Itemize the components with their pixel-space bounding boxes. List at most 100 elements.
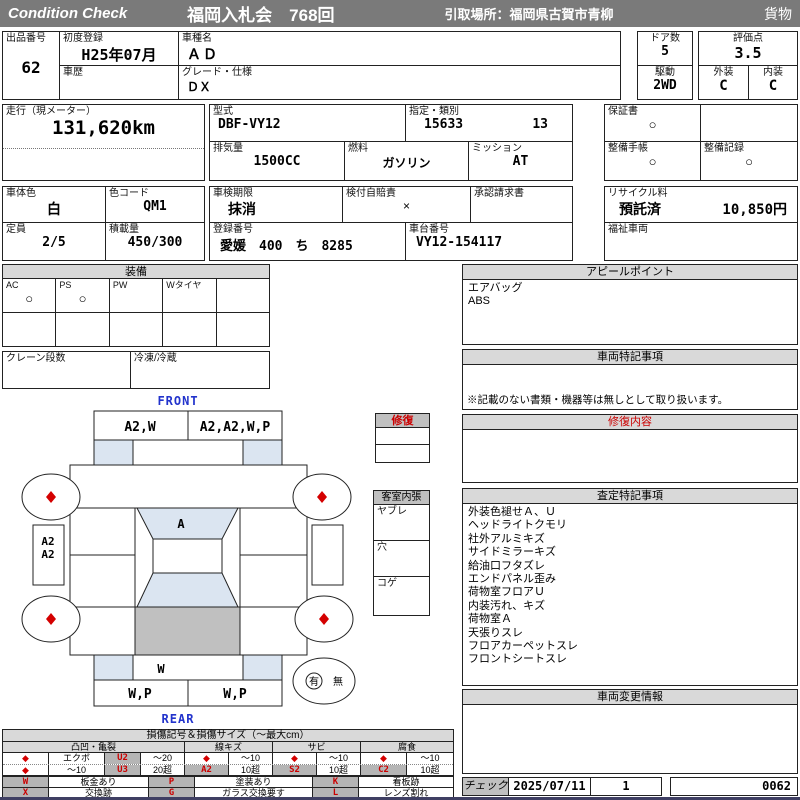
fuel-label: 燃料 <box>348 143 368 154</box>
model-name-value: ＡＤ <box>187 47 219 63</box>
code-a2: A2 <box>185 765 229 775</box>
code-x-desc: 交換跡 <box>49 788 149 797</box>
equipment-row-2 <box>3 313 269 346</box>
capacity-cell: 定員 2/5 <box>3 223 106 260</box>
class-value-1: 15633 <box>424 117 464 132</box>
color-capacity-group: 車体色 白 色コード QM1 定員 2/5 積載量 450/300 <box>2 186 205 261</box>
front-left-code: A2,W <box>124 420 155 435</box>
assessment-panel: 査定特記事項 外装色褪せＡ、Ｕ ヘッドライトクモリ 社外アルミキズ サイドミラー… <box>462 488 798 686</box>
class-value-2: 13 <box>532 117 548 132</box>
load-cell: 積載量 450/300 <box>106 223 204 260</box>
score-cell: 評価点 3.5 <box>698 31 798 66</box>
score-label: 評価点 <box>733 33 763 44</box>
mileage-upper: 走行（現メーター） 131,620km <box>3 105 204 149</box>
interior-grade-value: C <box>768 78 778 94</box>
repair-flag-box: 修復 <box>375 413 430 463</box>
windshield-code: A <box>177 517 185 531</box>
legend-row-2: ◆ ～10 U3 20超 A2 10超 S2 10超 C2 10超 <box>3 764 453 775</box>
equipment-empty-4 <box>163 313 217 346</box>
maintenance-record-label: 整備記録 <box>704 143 744 154</box>
registration-group: 車検期限 抹消 検付自賠責 × 承認請求書 登録番号 愛媛 400 ち 8285… <box>209 186 573 261</box>
drive-label: 駆動 <box>655 67 675 78</box>
doors-label: ドア数 <box>650 33 680 44</box>
model-code-label: 型式 <box>213 106 233 117</box>
code-s2: S2 <box>273 765 317 775</box>
legend-size: ～10 <box>229 753 273 764</box>
mileage-cell: 走行（現メーター） 131,620km <box>2 104 205 181</box>
crane-fridge-table: クレーン段数 冷凍/冷蔵 <box>2 351 270 389</box>
repair-flag-title: 修復 <box>376 414 429 428</box>
equipment-title: 装備 <box>3 265 269 279</box>
change-info-panel: 車両変更情報 <box>462 689 798 774</box>
code-w: W <box>3 777 49 787</box>
legend-dimple: エクボ <box>49 753 105 764</box>
assessment-line: 天張りスレ <box>468 626 523 639</box>
rear-right-code: W,P <box>223 687 247 702</box>
cabin-cell-burn: コゲ <box>374 577 429 613</box>
mark-none: 無 <box>333 675 343 688</box>
load-value: 450/300 <box>127 235 183 250</box>
documents-blank-cell <box>701 105 797 142</box>
history-label: 車歴 <box>63 67 83 78</box>
drive-value: 2WD <box>653 78 677 93</box>
windshield <box>136 507 239 540</box>
plate-value: 愛媛 400 ち 8285 <box>220 239 353 254</box>
plate-cell: 登録番号 愛媛 400 ち 8285 <box>210 223 406 260</box>
code-c2: C2 <box>361 765 407 775</box>
lot-number-cell: 出品番号 62 <box>2 31 60 100</box>
assessment-line: 内装汚れ、キズ <box>468 599 546 612</box>
doors-value: 5 <box>661 44 669 59</box>
equipment-label-pw: PW <box>112 280 128 290</box>
interior-grade-label: 内装 <box>763 67 783 78</box>
first-registration-label: 初度登録 <box>63 33 103 44</box>
assessment-line: 社外アルミキズ <box>468 532 545 545</box>
maintenance-book-label: 整備手帳 <box>608 143 648 154</box>
code-k-desc: 看板跡 <box>392 777 420 787</box>
load-label: 積載量 <box>109 224 139 235</box>
equipment-cell-ps: PS ○ <box>56 279 110 312</box>
diamond-icon: ◆ <box>361 753 407 764</box>
exterior-grade-cell: 外装 C <box>698 65 749 100</box>
grade-value: ＤＸ <box>187 80 212 94</box>
vin-value: VY12-154117 <box>416 235 503 250</box>
model-code-group: 型式 DBF-VY12 指定・類別 15633 13 排気量 1500CC 燃料… <box>209 104 573 181</box>
check-label: チェック <box>463 778 509 795</box>
warranty-value: ○ <box>648 117 657 132</box>
plate-label: 登録番号 <box>213 224 253 235</box>
repair-detail-title: 修復内容 <box>463 415 797 430</box>
score-value: 3.5 <box>734 44 762 62</box>
legend-size: 10超 <box>317 765 361 775</box>
legend-size: 20超 <box>141 765 185 775</box>
code-w-desc: 板金あり <box>49 777 149 787</box>
assessment-line: フロントシートスレ <box>468 653 567 666</box>
equipment-label-ac: AC <box>6 280 19 290</box>
legend-size: 10超 <box>420 765 440 775</box>
legend-size: ～10 <box>420 753 440 763</box>
maintenance-record-value: ○ <box>745 154 753 169</box>
recycle-group: リサイクル料 預託済 10,850円 福祉車両 <box>604 186 798 261</box>
equipment-empty-3 <box>110 313 164 346</box>
equipment-row-1: AC ○ PS ○ PW Wタイヤ <box>3 279 269 313</box>
code-u3: U3 <box>105 765 141 775</box>
code-x: X <box>3 788 49 797</box>
brand-logo: Condition Check <box>8 5 128 22</box>
insurance-cell: 検付自賠責 × <box>343 187 471 223</box>
model-name-label: 車種名 <box>182 33 212 44</box>
assessment-line: フロアカーペットスレ <box>468 640 578 653</box>
displacement-label: 排気量 <box>213 143 243 154</box>
vin-cell: 車台番号 VY12-154117 <box>406 223 572 260</box>
legend-section-corrosion: 腐食 <box>397 742 416 752</box>
cabin-cell-tear: ヤブレ <box>374 505 429 541</box>
cabin-label-burn: コゲ <box>377 578 397 589</box>
first-registration-value: H25年07月 <box>81 46 157 64</box>
left-side-code-2: A2 <box>41 548 54 561</box>
maintenance-book-value: ○ <box>648 154 657 169</box>
damage-legend: 損傷記号＆損傷サイズ（～最大cm） 凸凹・亀裂 線キズ サビ 腐食 ◆ エクボ … <box>2 729 454 776</box>
check-count: 1 <box>622 779 630 793</box>
category-badge: 貨物 <box>764 5 792 22</box>
fridge-label: 冷凍/冷蔵 <box>134 353 177 364</box>
inspection-value: 抹消 <box>228 202 256 218</box>
equipment-value-ps: ○ <box>78 291 87 306</box>
pickup-location: 引取場所：福岡県古賀市青柳 <box>444 7 614 22</box>
crane-cell: クレーン段数 <box>3 352 131 388</box>
